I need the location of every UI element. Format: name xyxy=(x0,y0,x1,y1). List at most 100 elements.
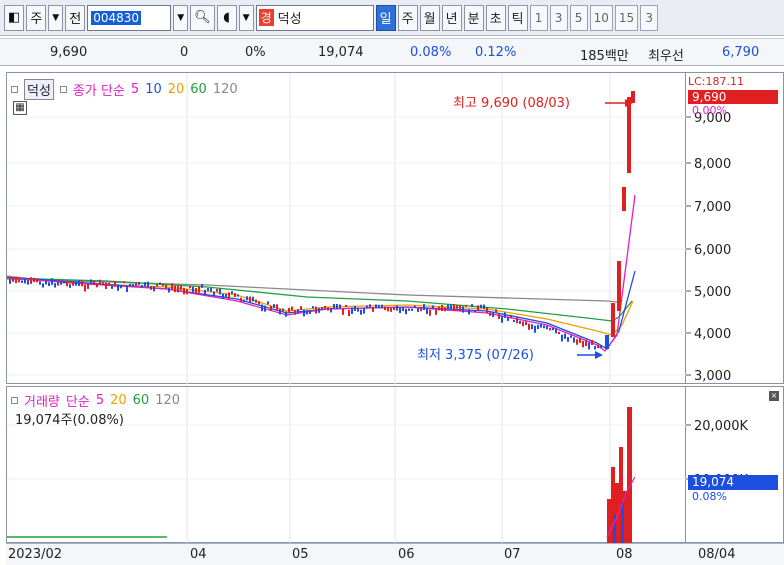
legend-square-icon xyxy=(11,397,18,404)
candlestick xyxy=(423,304,425,311)
current-volume-text: 19,074주(0.08%) xyxy=(15,413,124,428)
candlestick xyxy=(57,281,59,286)
candlestick xyxy=(267,301,269,305)
candlestick xyxy=(234,293,236,298)
candlestick xyxy=(105,282,107,290)
candlestick xyxy=(156,284,158,287)
candlestick xyxy=(66,280,68,287)
candlestick xyxy=(9,279,11,284)
candlestick xyxy=(561,334,563,342)
period-second-tab[interactable]: 초 xyxy=(485,4,506,31)
chart-menu-icon[interactable]: ◧ xyxy=(4,4,25,31)
interval-15-button[interactable]: 15 xyxy=(614,4,639,31)
period-minute-tab[interactable]: 분 xyxy=(463,4,484,31)
candlestick xyxy=(492,311,494,318)
volume-chart-panel[interactable]: 거래량 단순 5 20 60 120 19,074주(0.08%) xyxy=(6,386,687,544)
market-dropdown-icon[interactable]: ▼ xyxy=(48,4,64,31)
candlestick xyxy=(531,324,533,330)
candlestick xyxy=(360,309,362,315)
interval-30-button[interactable]: 3 xyxy=(640,4,659,31)
candlestick xyxy=(564,333,566,339)
candlestick xyxy=(219,288,221,295)
candlestick xyxy=(210,288,212,292)
date-axis: 2023/02 04 05 06 07 08 08/04 xyxy=(6,543,784,565)
ma10-legend: 10 xyxy=(145,82,162,97)
stock-name-legend[interactable]: 덕성 xyxy=(24,79,54,100)
price-chart-panel[interactable]: 최고 9,690 (08/03) 최저 3,375 (07/26) 덕성 종가 … xyxy=(6,72,687,385)
candlestick xyxy=(240,297,242,302)
candlestick xyxy=(222,293,224,299)
candlestick xyxy=(195,288,197,294)
date-label-aug: 08 xyxy=(616,547,633,562)
candlestick xyxy=(150,286,152,290)
current-volume-pct-tag: 0.08% xyxy=(692,490,727,503)
period-tick-tab[interactable]: 틱 xyxy=(507,4,528,31)
candlestick xyxy=(525,321,527,326)
candlestick xyxy=(21,280,23,283)
vol-ma5-legend: 5 xyxy=(95,393,105,408)
stock-name-field[interactable]: 경 덕성 xyxy=(255,4,374,31)
interval-1-button[interactable]: 1 xyxy=(529,4,548,31)
candlestick xyxy=(84,284,86,292)
legend-square-icon xyxy=(59,86,67,93)
search-icon[interactable]: 🔍︎ xyxy=(190,4,215,31)
candlestick xyxy=(402,306,404,312)
code-dropdown-icon[interactable]: ▼ xyxy=(173,4,189,31)
price-tick-label: 8,000 xyxy=(694,157,731,172)
period-day-tab[interactable]: 일 xyxy=(375,4,396,31)
stock-code-input[interactable]: 004830 xyxy=(87,4,172,31)
speaker-dropdown-icon[interactable]: ▼ xyxy=(238,4,254,31)
candlestick xyxy=(159,282,161,285)
prev-button[interactable]: 전 xyxy=(65,4,86,31)
candlestick xyxy=(372,307,374,312)
turnover-rate: 0.08% xyxy=(410,45,452,60)
candlestick xyxy=(33,277,35,282)
candlestick xyxy=(285,311,287,317)
period-month-tab[interactable]: 월 xyxy=(419,4,440,31)
candlestick xyxy=(537,324,539,330)
candlestick xyxy=(282,308,284,312)
candlestick xyxy=(135,282,137,286)
interval-10-button[interactable]: 10 xyxy=(589,4,613,31)
table-view-icon[interactable]: ▦ xyxy=(13,101,27,115)
candlestick xyxy=(330,307,332,313)
candlestick xyxy=(225,294,227,297)
candlestick xyxy=(516,317,518,324)
current-volume-tag: 19,074 xyxy=(688,475,778,490)
candlestick xyxy=(393,306,395,311)
candlestick xyxy=(528,323,530,330)
price-tick-label: 3,000 xyxy=(694,369,731,384)
candlestick xyxy=(255,299,257,303)
candlestick xyxy=(309,310,311,314)
price-tick-label: 7,000 xyxy=(694,200,731,215)
candlestick xyxy=(141,285,143,288)
candlestick xyxy=(399,306,401,314)
candlestick xyxy=(468,309,470,315)
candlestick xyxy=(201,284,203,288)
period-year-tab[interactable]: 년 xyxy=(441,4,462,31)
candlestick xyxy=(63,280,65,284)
trade-amount: 185백만 xyxy=(580,49,629,64)
candlestick xyxy=(477,305,479,311)
candlestick xyxy=(42,283,44,288)
candlestick xyxy=(351,307,353,314)
candlestick xyxy=(120,285,122,289)
market-select[interactable]: 주 xyxy=(26,4,47,31)
candlestick xyxy=(54,283,56,288)
interval-5-button[interactable]: 5 xyxy=(569,4,588,31)
volume-axis: × 20,000K10,000K 19,074 0.08% xyxy=(686,386,784,543)
candlestick xyxy=(381,304,383,309)
candlestick xyxy=(312,306,314,309)
candlestick xyxy=(189,285,191,289)
speaker-icon[interactable]: ◖ xyxy=(216,4,237,31)
candlestick xyxy=(186,289,188,295)
candlestick xyxy=(420,306,422,312)
close-panel-icon[interactable]: × xyxy=(769,391,779,401)
candlestick xyxy=(519,320,521,324)
ma120-legend: 120 xyxy=(212,82,238,97)
period-week-tab[interactable]: 주 xyxy=(397,4,418,31)
candlestick xyxy=(90,279,92,284)
interval-3-button[interactable]: 3 xyxy=(549,4,568,31)
volume-tick-label: 20,000K xyxy=(694,419,748,434)
price-chart[interactable]: 최고 9,690 (08/03) 최저 3,375 (07/26) xyxy=(6,73,687,385)
